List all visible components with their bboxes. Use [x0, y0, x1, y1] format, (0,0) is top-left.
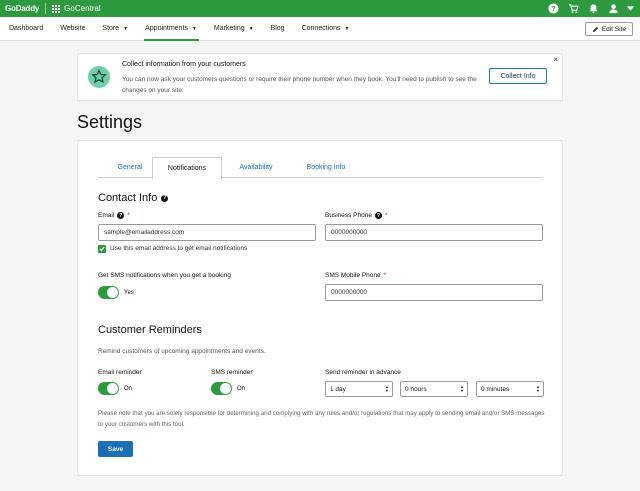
- chevron-down-icon[interactable]: [627, 2, 634, 14]
- email-reminder-toggle[interactable]: [98, 382, 119, 395]
- email-notify-label: Use this email address to get email noti…: [110, 245, 248, 252]
- page-title: Settings: [77, 112, 143, 132]
- email-label: Email ? *: [98, 212, 130, 219]
- help-icon[interactable]: ?: [374, 212, 382, 219]
- banner-text: You can now ask your customers questions…: [122, 76, 477, 94]
- nav-blog[interactable]: Blog: [262, 17, 293, 41]
- tab-notifications[interactable]: Notifications: [152, 157, 222, 179]
- chevron-down-icon: ▼: [248, 25, 254, 32]
- contact-info-title: Contact Info ?: [98, 192, 169, 204]
- edit-site-button[interactable]: Edit Site: [584, 22, 633, 36]
- user-icon[interactable]: [607, 2, 619, 14]
- help-icon[interactable]: ?: [547, 2, 559, 14]
- nav-connections[interactable]: Connections ▼: [293, 17, 358, 41]
- nav-store[interactable]: Store ▼: [93, 17, 136, 41]
- cart-icon[interactable]: [567, 2, 579, 14]
- main-nav: Dashboard Website Store ▼ Appointments ▼ M…: [0, 17, 640, 41]
- help-icon[interactable]: ?: [161, 194, 169, 202]
- settings-card: General Notifications Availability Booki…: [77, 140, 563, 476]
- select-arrows-icon: ▲ ▼: [536, 384, 540, 393]
- svg-text:?: ?: [551, 3, 556, 12]
- email-reminder-text: On: [124, 386, 133, 392]
- sms-notify-toggle[interactable]: [98, 286, 119, 299]
- banner-title: Collect information from your customers: [122, 61, 246, 68]
- email-notify-checkbox[interactable]: [98, 245, 106, 253]
- sms-mobile-label: SMS Mobile Phone *: [325, 272, 387, 279]
- sms-reminder-toggle[interactable]: [211, 382, 232, 395]
- tab-booking-info[interactable]: Booking Info: [294, 157, 358, 178]
- tab-availability[interactable]: Availability: [228, 157, 284, 178]
- help-icon[interactable]: ?: [117, 212, 125, 219]
- nav-dashboard[interactable]: Dashboard: [0, 17, 51, 41]
- advance-label: Send reminder in advance: [325, 369, 401, 376]
- disclaimer-note: Please note that you are solely responsi…: [98, 410, 545, 428]
- nav-website[interactable]: Website: [51, 17, 93, 41]
- godaddy-logo[interactable]: GoDaddy: [5, 4, 39, 13]
- reminders-description: Remind customers of upcoming appointment…: [98, 348, 266, 355]
- close-icon[interactable]: ×: [553, 55, 558, 64]
- email-reminder-label: Email reminder: [98, 369, 142, 376]
- tab-general[interactable]: General: [102, 157, 158, 178]
- select-arrows-icon: ▲ ▼: [460, 384, 464, 393]
- chevron-down-icon: ▼: [191, 25, 197, 32]
- settings-tabs: General Notifications Availability Booki…: [98, 157, 543, 179]
- minutes-select[interactable]: 0 minutes ▲ ▼: [476, 381, 544, 397]
- select-arrows-icon: ▲ ▼: [385, 384, 389, 393]
- top-bar: GoDaddy GoCentral ?: [0, 0, 640, 17]
- sms-reminder-label: SMS reminder: [211, 369, 253, 376]
- product-name[interactable]: GoCentral: [64, 4, 100, 13]
- chevron-down-icon: ▼: [123, 25, 129, 32]
- business-phone-field[interactable]: 0000000000: [325, 224, 543, 241]
- info-banner: Collect information from your customers …: [77, 53, 563, 101]
- divider: [45, 3, 47, 14]
- days-select[interactable]: 1 day ▲ ▼: [325, 381, 393, 397]
- sms-reminder-text: On: [237, 386, 246, 392]
- nav-marketing[interactable]: Marketing ▼: [205, 17, 262, 41]
- nav-appointments[interactable]: Appointments ▼: [136, 17, 205, 41]
- hours-select[interactable]: 0 hours ▲ ▼: [400, 381, 468, 397]
- save-button[interactable]: Save: [98, 441, 133, 457]
- collect-info-button[interactable]: Collect Info: [489, 68, 547, 84]
- email-field[interactable]: sample@emailaddress.com: [98, 224, 316, 241]
- bell-icon[interactable]: [587, 2, 599, 14]
- star-badge-icon: [88, 66, 110, 88]
- apps-grid-icon[interactable]: [52, 4, 61, 13]
- sms-mobile-field[interactable]: 0000000000: [325, 284, 543, 301]
- chevron-down-icon: ▼: [344, 25, 350, 32]
- sms-notify-label: Get SMS notifications when you get a boo…: [98, 272, 231, 279]
- business-phone-label: Business Phone ? *: [325, 212, 388, 219]
- customer-reminders-title: Customer Reminders: [98, 324, 202, 336]
- pencil-icon: [592, 26, 598, 32]
- sms-toggle-text: Yes: [124, 290, 134, 296]
